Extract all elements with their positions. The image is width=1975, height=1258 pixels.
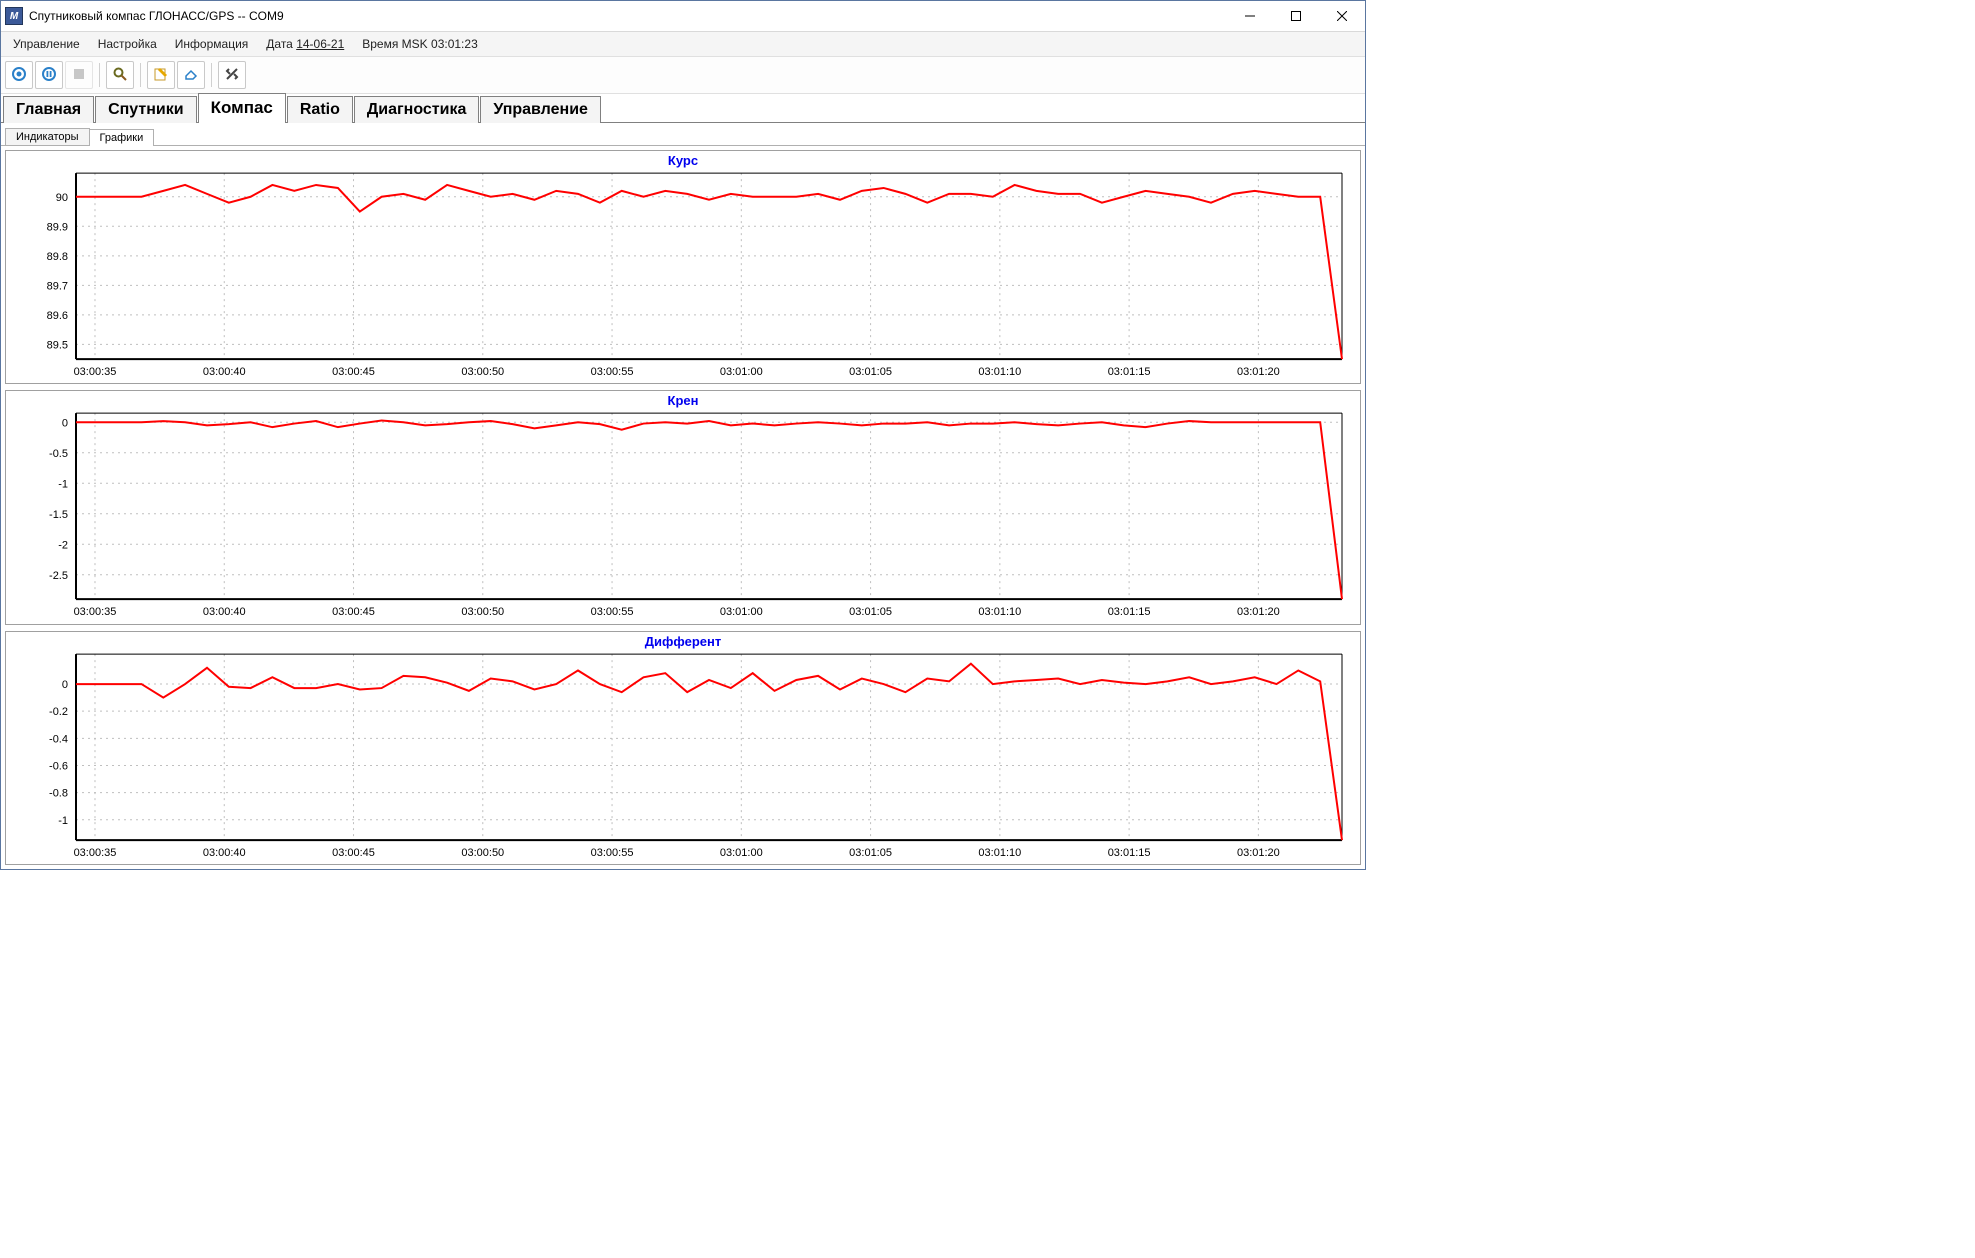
svg-text:03:01:20: 03:01:20 [1237, 847, 1280, 859]
close-button[interactable] [1319, 1, 1365, 31]
svg-text:03:00:35: 03:00:35 [74, 606, 117, 618]
svg-text:-1: -1 [58, 814, 68, 826]
minimize-button[interactable] [1227, 1, 1273, 31]
svg-text:03:01:00: 03:01:00 [720, 847, 763, 859]
svg-text:03:01:15: 03:01:15 [1108, 366, 1151, 378]
zoom-button[interactable] [106, 61, 134, 89]
svg-text:89.8: 89.8 [47, 251, 68, 263]
record-button[interactable] [5, 61, 33, 89]
clear-button[interactable] [177, 61, 205, 89]
svg-text:03:00:40: 03:00:40 [203, 847, 246, 859]
svg-text:89.9: 89.9 [47, 221, 68, 233]
svg-text:03:01:15: 03:01:15 [1108, 606, 1151, 618]
svg-text:03:00:45: 03:00:45 [332, 847, 375, 859]
title-bar: M Спутниковый компас ГЛОНАСС/GPS -- COM9 [1, 1, 1365, 32]
svg-text:-0.8: -0.8 [49, 787, 68, 799]
svg-text:-0.4: -0.4 [49, 733, 68, 745]
clear-icon [183, 66, 199, 85]
tab-sub-charts[interactable]: Графики [89, 129, 155, 146]
toolbar-separator [140, 63, 141, 87]
svg-text:Крен: Крен [668, 393, 699, 408]
window-title: Спутниковый компас ГЛОНАСС/GPS -- COM9 [29, 9, 284, 23]
tools-button[interactable] [218, 61, 246, 89]
pause-button[interactable] [35, 61, 63, 89]
tab-main-ratio[interactable]: Ratio [287, 96, 353, 123]
svg-text:03:00:40: 03:00:40 [203, 606, 246, 618]
svg-text:03:01:10: 03:01:10 [978, 366, 1021, 378]
svg-text:-2: -2 [58, 540, 68, 552]
app-window: M Спутниковый компас ГЛОНАСС/GPS -- COM9… [0, 0, 1366, 870]
content-area: Курс 89.5 89.6 89.7 89.8 89.9 90 03:00:35 03:00:… [1, 146, 1365, 869]
svg-text:Дифферент: Дифферент [645, 634, 721, 649]
svg-text:-1: -1 [58, 479, 68, 491]
svg-text:-0.5: -0.5 [49, 448, 68, 460]
svg-text:03:01:05: 03:01:05 [849, 847, 892, 859]
tab-main-satellites[interactable]: Спутники [95, 96, 197, 123]
tools-icon [224, 66, 240, 85]
svg-text:03:00:50: 03:00:50 [461, 366, 504, 378]
chart-heading[interactable]: Курс 89.5 89.6 89.7 89.8 89.9 90 03:00:35 03:00:… [5, 150, 1361, 384]
edit-icon [153, 66, 169, 85]
svg-text:Курс: Курс [668, 153, 698, 168]
app-icon: M [5, 7, 23, 25]
svg-text:89.7: 89.7 [47, 280, 68, 292]
toolbar-separator [211, 63, 212, 87]
svg-text:03:00:40: 03:00:40 [203, 366, 246, 378]
svg-text:03:00:35: 03:00:35 [74, 847, 117, 859]
maximize-button[interactable] [1273, 1, 1319, 31]
svg-text:03:00:45: 03:00:45 [332, 606, 375, 618]
svg-text:03:00:50: 03:00:50 [461, 847, 504, 859]
svg-text:03:01:20: 03:01:20 [1237, 366, 1280, 378]
pause-icon [41, 66, 57, 85]
edit-button[interactable] [147, 61, 175, 89]
stop-icon [71, 66, 87, 85]
svg-text:03:01:00: 03:01:00 [720, 606, 763, 618]
svg-text:03:00:35: 03:00:35 [74, 366, 117, 378]
svg-text:03:01:20: 03:01:20 [1237, 606, 1280, 618]
svg-text:0: 0 [62, 418, 68, 430]
svg-text:03:00:55: 03:00:55 [591, 847, 634, 859]
tab-sub-indicators[interactable]: Индикаторы [5, 128, 90, 145]
svg-text:-2.5: -2.5 [49, 570, 68, 582]
tab-main-home[interactable]: Главная [3, 96, 94, 123]
record-icon [11, 66, 27, 85]
menu-bar: Управление Настройка Информация Дата 14-… [1, 32, 1365, 57]
svg-text:89.5: 89.5 [47, 339, 68, 351]
tab-main-compass[interactable]: Компас [198, 93, 286, 123]
svg-text:-1.5: -1.5 [49, 509, 68, 521]
stop-button[interactable] [65, 61, 93, 89]
svg-text:90: 90 [56, 192, 68, 204]
svg-text:89.6: 89.6 [47, 310, 68, 322]
svg-text:03:00:50: 03:00:50 [461, 606, 504, 618]
svg-text:03:01:15: 03:01:15 [1108, 847, 1151, 859]
svg-text:-0.2: -0.2 [49, 706, 68, 718]
toolbar-separator [99, 63, 100, 87]
sub-tabs: Индикаторы Графики [1, 123, 1365, 146]
svg-text:03:00:55: 03:00:55 [591, 606, 634, 618]
chart-roll[interactable]: Крен -2.5 -2 -1.5 -1 -0.5 0 03:00:35 03:00:40 03:… [5, 390, 1361, 624]
svg-text:03:01:10: 03:01:10 [978, 847, 1021, 859]
svg-text:03:01:05: 03:01:05 [849, 606, 892, 618]
svg-text:03:00:45: 03:00:45 [332, 366, 375, 378]
svg-text:-0.6: -0.6 [49, 760, 68, 772]
chart-pitch[interactable]: Дифферент -1 -0.8 -0.6 -0.4 -0.2 0 03:00:35 03:0… [5, 631, 1361, 865]
menu-settings[interactable]: Настройка [90, 35, 165, 53]
svg-text:03:00:55: 03:00:55 [591, 366, 634, 378]
toolbar [1, 57, 1365, 94]
tab-main-control[interactable]: Управление [480, 96, 601, 123]
menu-info[interactable]: Информация [167, 35, 256, 53]
menu-control[interactable]: Управление [5, 35, 88, 53]
svg-text:0: 0 [62, 679, 68, 691]
svg-text:03:01:10: 03:01:10 [978, 606, 1021, 618]
menu-date: Дата 14-06-21 [258, 35, 352, 53]
menu-time: Время MSK 03:01:23 [354, 35, 486, 53]
main-tabs: Главная Спутники Компас Ratio Диагностик… [1, 94, 1365, 123]
svg-text:03:01:00: 03:01:00 [720, 366, 763, 378]
zoom-icon [112, 66, 128, 85]
tab-main-diagnostics[interactable]: Диагностика [354, 96, 480, 123]
svg-text:03:01:05: 03:01:05 [849, 366, 892, 378]
